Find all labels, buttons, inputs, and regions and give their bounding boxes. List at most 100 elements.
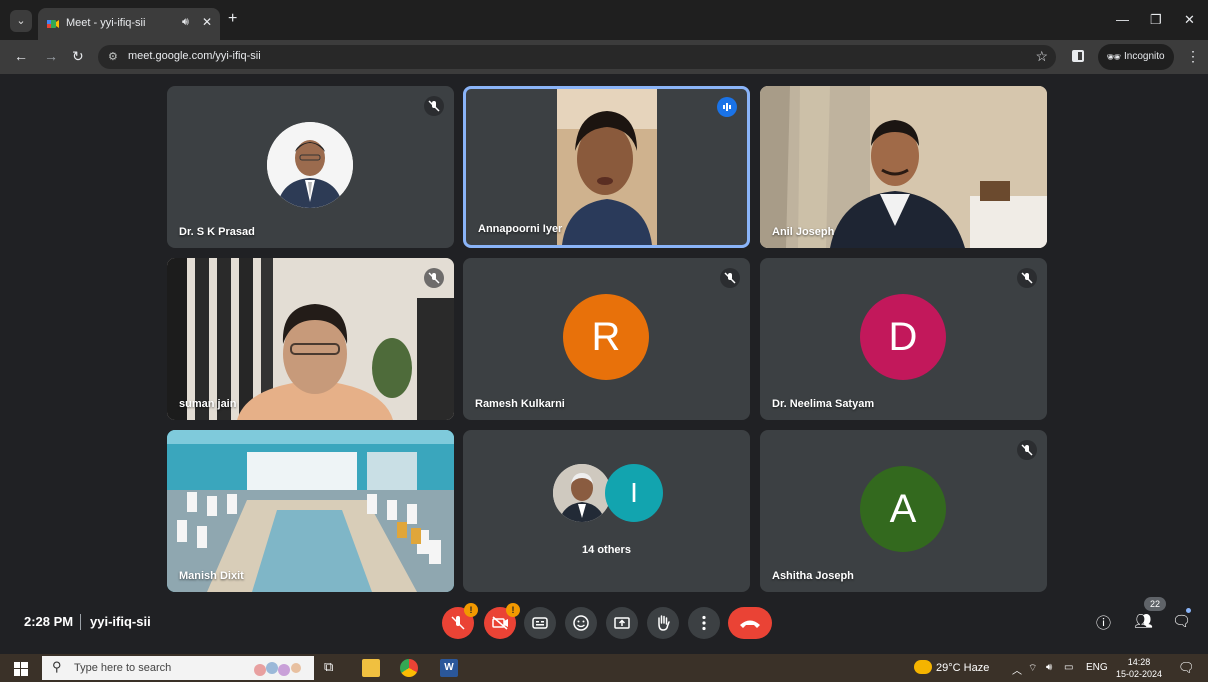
participant-name: Ramesh Kulkarni: [475, 398, 565, 410]
participant-tile[interactable]: D Dr. Neelima Satyam: [760, 258, 1047, 420]
meeting-time: 2:28 PM: [24, 614, 74, 629]
participant-video: [760, 86, 1047, 248]
participant-name: Anil Joseph: [772, 226, 835, 238]
participants-count-badge: 22: [1144, 597, 1166, 611]
browser-menu-icon[interactable]: ⋮: [1186, 48, 1200, 65]
mic-off-icon: [1017, 440, 1037, 460]
participant-name: Ashitha Joseph: [772, 570, 854, 582]
participant-avatar: R: [563, 294, 649, 380]
participant-tile[interactable]: Anil Joseph: [760, 86, 1047, 248]
participant-name: Dr. Neelima Satyam: [772, 398, 875, 410]
word-icon[interactable]: W: [440, 659, 458, 677]
windows-taskbar: ⚲ Type here to search ⧉ W 29°C Haze ︿ ⌔ …: [0, 654, 1208, 682]
address-bar[interactable]: ⚙ meet.google.com/yyi-ifiq-sii ☆: [98, 45, 1056, 69]
back-icon[interactable]: ←: [14, 48, 28, 64]
clock-time: 14:28: [1127, 657, 1151, 667]
warning-badge: !: [506, 603, 520, 617]
file-explorer-icon[interactable]: [362, 659, 380, 677]
speaker-icon[interactable]: 🔊︎: [182, 16, 189, 29]
weather-text[interactable]: 29°C Haze: [936, 662, 989, 674]
smiley-icon: [573, 615, 589, 631]
present-icon: [614, 617, 630, 629]
people-icon[interactable]: 👥︎: [1134, 612, 1153, 630]
participant-tile[interactable]: suman jain: [167, 258, 454, 420]
others-photo-avatar: [553, 464, 611, 522]
new-tab-icon[interactable]: +: [228, 10, 237, 28]
tab-close-icon[interactable]: ✕: [202, 15, 212, 29]
participant-avatar: D: [860, 294, 946, 380]
tab-search-chevron-icon[interactable]: ⌄: [10, 10, 32, 32]
captions-button[interactable]: [524, 607, 556, 639]
input-language[interactable]: ENG: [1086, 662, 1108, 673]
others-initial-avatar: I: [605, 464, 663, 522]
clock-date: 15-02-2024: [1116, 669, 1163, 679]
mic-toggle-button[interactable]: !: [442, 603, 478, 639]
browser-tab[interactable]: Meet - yyi-ifiq-sii 🔊︎ ✕: [38, 8, 220, 40]
volume-icon[interactable]: 🔊︎: [1046, 662, 1052, 673]
present-screen-button[interactable]: [606, 607, 638, 639]
windows-start-icon[interactable]: [14, 662, 28, 676]
battery-icon[interactable]: ▭: [1064, 662, 1073, 673]
browser-toolbar: ← → ↻ ⚙ meet.google.com/yyi-ifiq-sii ☆ 🕶…: [0, 40, 1208, 74]
chat-notification-dot: [1186, 608, 1191, 613]
participant-tile[interactable]: R Ramesh Kulkarni: [463, 258, 750, 420]
divider: [80, 614, 81, 630]
raise-hand-button[interactable]: [647, 607, 679, 639]
participant-video: [167, 258, 454, 420]
bookmark-star-icon[interactable]: ☆: [1035, 48, 1048, 65]
participant-video: [557, 89, 657, 245]
participant-tile[interactable]: Dr. S K Prasad: [167, 86, 454, 248]
participant-tile-active-speaker[interactable]: Annapoorni Iyer: [463, 86, 750, 248]
others-tile[interactable]: I 14 others: [463, 430, 750, 592]
participant-name: Manish Dixit: [179, 570, 244, 582]
search-icon: ⚲: [52, 659, 62, 674]
camera-toggle-button[interactable]: !: [484, 603, 520, 639]
chrome-icon[interactable]: [400, 659, 418, 677]
participant-tile[interactable]: Manish Dixit: [167, 430, 454, 592]
chat-icon[interactable]: 🗨︎: [1172, 612, 1191, 630]
mic-off-icon: [1017, 268, 1037, 288]
participant-video: [167, 430, 454, 592]
participant-avatar: A: [860, 466, 946, 552]
window-close-icon[interactable]: ✕: [1184, 12, 1195, 28]
site-info-icon[interactable]: ⚙: [108, 50, 118, 63]
captions-icon: [532, 617, 548, 629]
more-options-button[interactable]: [688, 607, 720, 639]
phone-hangup-icon: [740, 620, 760, 628]
reload-icon[interactable]: ↻: [72, 48, 84, 65]
participant-photo: [267, 122, 353, 208]
mic-off-icon: [720, 268, 740, 288]
meeting-info-icon[interactable]: ⓘ: [1096, 612, 1111, 633]
taskbar-search-placeholder: Type here to search: [74, 662, 172, 674]
search-highlight-birds-icon: [254, 662, 301, 676]
incognito-icon: 🕶︎: [1106, 50, 1122, 64]
show-hidden-icons-icon[interactable]: ︿: [1012, 662, 1022, 677]
task-view-icon[interactable]: ⧉: [324, 659, 342, 677]
mic-off-icon: [424, 96, 444, 116]
emoji-reaction-button[interactable]: [565, 607, 597, 639]
notifications-icon[interactable]: 🗨︎: [1178, 660, 1195, 676]
warning-badge: !: [464, 603, 478, 617]
meeting-code: yyi-ifiq-sii: [90, 614, 151, 629]
tab-title: Meet - yyi-ifiq-sii: [66, 17, 146, 29]
haze-weather-icon: [914, 660, 932, 674]
network-icon[interactable]: ⌔: [1028, 662, 1037, 675]
hand-icon: [658, 615, 670, 631]
minimize-icon[interactable]: —: [1116, 12, 1129, 27]
url-text: meet.google.com/yyi-ifiq-sii: [128, 50, 261, 62]
mic-off-icon: [424, 268, 444, 288]
speaking-indicator-icon: [717, 97, 737, 117]
taskbar-search[interactable]: ⚲ Type here to search: [42, 656, 314, 680]
side-panel-icon[interactable]: [1072, 50, 1084, 62]
incognito-label: Incognito: [1124, 51, 1165, 62]
taskbar-clock[interactable]: 14:28 15-02-2024: [1116, 656, 1162, 680]
leave-call-button[interactable]: [728, 607, 772, 639]
participant-name: Dr. S K Prasad: [179, 226, 255, 238]
participant-tile[interactable]: A Ashitha Joseph: [760, 430, 1047, 592]
meet-favicon-icon: [47, 20, 59, 28]
forward-icon[interactable]: →: [44, 48, 58, 64]
restore-icon[interactable]: ❐: [1150, 12, 1162, 28]
browser-titlebar: ⌄ Meet - yyi-ifiq-sii 🔊︎ ✕ + — ❐ ✕: [0, 0, 1208, 40]
participant-name: Annapoorni Iyer: [478, 223, 563, 235]
incognito-badge[interactable]: 🕶︎ Incognito: [1098, 44, 1174, 70]
